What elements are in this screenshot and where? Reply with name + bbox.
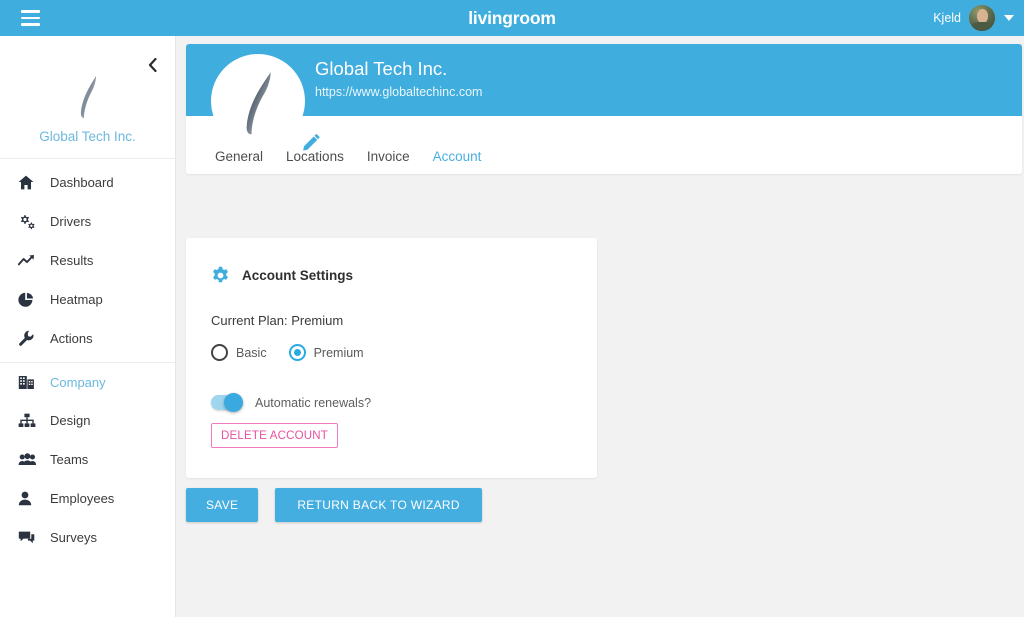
tab-invoice[interactable]: Invoice [367,149,410,164]
sidebar-item-heatmap[interactable]: Heatmap [0,280,175,319]
sidebar-item-label: Design [50,413,91,428]
sidebar-item-label: Employees [50,491,115,506]
sidebar-company-name: Global Tech Inc. [39,129,136,144]
hamburger-bar [20,9,40,13]
radio-label: Basic [236,345,267,360]
sidebar-item-drivers[interactable]: Drivers [0,202,175,241]
sidebar-item-design[interactable]: Design [0,401,175,440]
company-avatar [211,54,305,148]
profile-banner: Global Tech Inc. https://www.globaltechi… [186,44,1022,116]
gear-icon [211,266,230,285]
automatic-renewals-row: Automatic renewals? [211,393,572,412]
main-content: Global Tech Inc. https://www.globaltechi… [177,36,1024,617]
sidebar-item-dashboard[interactable]: Dashboard [0,163,175,202]
hamburger-bar [20,16,40,20]
sidebar-nav: Dashboard Drivers Results Heatmap Action… [0,159,175,557]
chevron-left-icon[interactable] [143,56,161,74]
sidebar-item-company[interactable]: Company [0,362,175,401]
account-settings-header: Account Settings [211,266,572,285]
top-navbar: livingroom Kjeld [0,0,1024,36]
save-button[interactable]: SAVE [186,488,259,522]
sidebar-item-label: Teams [50,452,89,467]
sidebar-company-block[interactable]: Global Tech Inc. [0,36,175,159]
company-logo-feather-icon [227,66,289,138]
sidebar-item-teams[interactable]: Teams [0,440,175,479]
trend-up-icon [18,252,40,270]
account-settings-title: Account Settings [242,268,354,283]
page-title: Global Tech Inc. [315,58,448,79]
automatic-renewals-toggle[interactable] [211,393,243,412]
plan-radio-group: Basic Premium [211,344,572,361]
radio-option-basic[interactable]: Basic [211,344,267,361]
sidebar-item-employees[interactable]: Employees [0,479,175,518]
return-to-wizard-button[interactable]: RETURN BACK TO WIZARD [275,488,482,522]
sidebar-item-label: Drivers [50,214,92,229]
profile-header-text: Global Tech Inc. https://www.globaltechi… [315,58,482,99]
radio-circle-icon [211,344,228,361]
sidebar-item-label: Dashboard [50,175,114,190]
home-icon [18,174,40,192]
users-icon [18,451,40,469]
sidebar-item-label: Heatmap [50,292,103,307]
tab-general[interactable]: General [215,149,263,164]
sidebar-item-label: Company [50,375,106,390]
gears-icon [18,213,40,231]
sidebar-item-results[interactable]: Results [0,241,175,280]
avatar [969,5,995,31]
pencil-icon[interactable] [302,132,322,157]
sitemap-icon [18,412,40,430]
form-actions: SAVE RETURN BACK TO WIZARD [186,488,482,522]
user-name-label: Kjeld [933,11,961,25]
user-icon [18,490,40,508]
building-icon [18,374,40,392]
wrench-icon [18,330,40,348]
sidebar-item-label: Surveys [50,530,97,545]
radio-circle-checked-icon [288,344,306,361]
radio-label: Premium [313,345,364,360]
radio-option-premium[interactable]: Premium [288,344,364,361]
account-settings-card: Account Settings Current Plan: Premium B… [186,238,597,478]
hamburger-bar [20,23,40,27]
app-brand-title: livingroom [468,7,556,28]
hamburger-icon[interactable] [12,0,48,36]
delete-account-button[interactable]: DELETE ACCOUNT [211,423,338,448]
avatar-body [972,22,992,31]
sidebar-item-label: Actions [50,331,93,346]
company-logo-feather-icon [66,72,110,120]
company-url: https://www.globaltechinc.com [315,85,483,99]
toggle-knob [224,393,243,412]
sidebar-item-label: Results [50,253,94,268]
sidebar-item-actions[interactable]: Actions [0,319,175,358]
automatic-renewals-label: Automatic renewals? [255,395,372,410]
sidebar-item-surveys[interactable]: Surveys [0,518,175,557]
avatar-face [976,9,988,23]
pie-chart-icon [18,291,40,309]
tab-account[interactable]: Account [433,149,482,164]
company-profile-panel: Global Tech Inc. https://www.globaltechi… [186,44,1022,174]
sidebar: Global Tech Inc. Dashboard Drivers Resul… [0,36,176,617]
user-menu[interactable]: Kjeld [933,0,1014,36]
chevron-down-icon[interactable] [1004,15,1014,21]
comments-icon [18,529,40,547]
current-plan-label: Current Plan: Premium [211,313,344,328]
